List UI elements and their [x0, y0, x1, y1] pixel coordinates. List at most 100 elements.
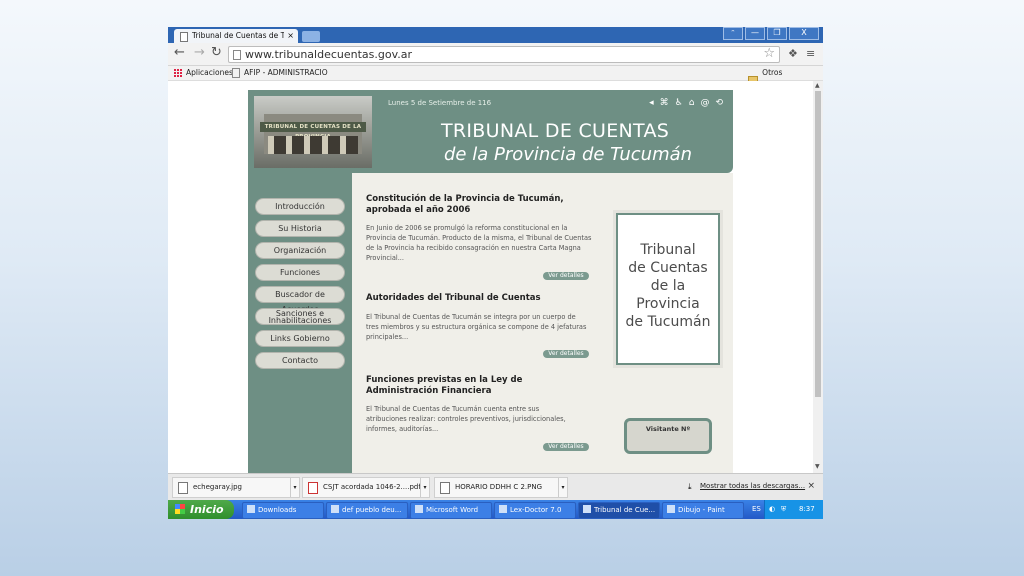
network-icon[interactable]: ◐ — [769, 500, 775, 519]
pdf-file-icon — [308, 482, 318, 494]
image-file-icon — [178, 482, 188, 494]
scroll-down-icon[interactable]: ▼ — [815, 463, 820, 470]
menu-organizacion[interactable]: Organización — [255, 242, 345, 259]
article-title[interactable]: Constitución de la Provincia de Tucumán,… — [366, 194, 596, 216]
article-body: En Junio de 2006 se promulgó la reforma … — [366, 224, 592, 262]
article-title[interactable]: Funciones previstas en la Ley de Adminis… — [366, 375, 566, 397]
browser-titlebar: Tribunal de Cuentas de Tucu × ᵔ — ❐ X — [168, 27, 823, 43]
app-icon — [331, 505, 339, 513]
app-icon — [499, 505, 507, 513]
address-bar[interactable]: www.tribunaldecuentas.gov.ar ☆ — [228, 46, 780, 63]
reload-icon[interactable]: ↻ — [211, 46, 222, 60]
url-text[interactable]: www.tribunaldecuentas.gov.ar — [245, 47, 412, 62]
menu-introduccion[interactable]: Introducción — [255, 198, 345, 215]
language-indicator[interactable]: ES — [752, 500, 761, 519]
scroll-up-icon[interactable]: ▲ — [815, 82, 820, 89]
menu-buscador-acuerdos[interactable]: Buscador de Acuerdos — [255, 286, 345, 314]
taskbar-item-active[interactable]: Tribunal de Cue... — [578, 502, 660, 519]
email-icon[interactable]: @ — [700, 98, 709, 108]
chevron-down-icon[interactable]: ▾ — [290, 478, 299, 497]
tab-close-button[interactable]: × — [287, 29, 294, 43]
taskbar-item[interactable]: Lex-Doctor 7.0 — [494, 502, 576, 519]
links-icon[interactable]: ⟲ — [715, 98, 723, 108]
show-all-downloads-link[interactable]: Mostrar todas las descargas... — [700, 478, 805, 495]
back-icon[interactable]: ← — [174, 46, 185, 60]
home-icon[interactable]: ⌂ — [689, 98, 695, 108]
building-sign: TRIBUNAL DE CUENTAS DE LA PROVINCIA — [260, 122, 366, 140]
taskbar-item[interactable]: def pueblo deu... — [326, 502, 408, 519]
vertical-scrollbar[interactable]: ▲ ▼ — [813, 81, 823, 473]
taskbar-item[interactable]: Dibujo - Paint — [662, 502, 744, 519]
start-button[interactable]: Inicio — [168, 500, 234, 519]
download-name: CSJT acordada 1046-2....pdf — [323, 483, 421, 491]
minimize-button[interactable]: — — [745, 27, 765, 40]
browser-tab[interactable]: Tribunal de Cuentas de Tucu × — [174, 29, 298, 43]
chrome-icon — [583, 505, 591, 513]
taskbar-item[interactable]: Microsoft Word — [410, 502, 492, 519]
toolbar: ← → ↻ www.tribunaldecuentas.gov.ar ☆ ❖ ≡ — [168, 43, 823, 66]
card-line: Tribunal — [640, 242, 696, 258]
website: TRIBUNAL DE CUENTAS DE LA PROVINCIA Lune… — [248, 90, 733, 473]
maximize-button[interactable]: ❐ — [767, 27, 787, 40]
visitor-label: Visitante Nº — [645, 425, 691, 433]
card-line: Provincia — [636, 296, 700, 312]
start-label: Inicio — [190, 503, 224, 516]
institution-card: Tribunal de Cuentas de la Provincia de T… — [616, 213, 720, 365]
article-body: El Tribunal de Cuentas de Tucumán cuenta… — [366, 405, 566, 433]
left-nav: Introducción Su Historia Organización Fu… — [248, 173, 352, 473]
back-arrow-icon[interactable]: ◂ — [649, 98, 654, 108]
bookmarks-bar: Aplicaciones AFIP - ADMINISTRACIO Otros … — [168, 66, 823, 91]
building-photo: TRIBUNAL DE CUENTAS DE LA PROVINCIA — [254, 96, 372, 168]
page-icon — [180, 32, 188, 42]
menu-links-gobierno[interactable]: Links Gobierno — [255, 330, 345, 347]
menu-funciones[interactable]: Funciones — [255, 264, 345, 281]
menu-contacto[interactable]: Contacto — [255, 352, 345, 369]
system-tray: ◐ ⛨ 8:37 — [764, 500, 823, 519]
site-subtitle: de la Provincia de Tucumán — [444, 144, 693, 165]
word-icon — [415, 505, 423, 513]
menu-su-historia[interactable]: Su Historia — [255, 220, 345, 237]
main-content: Constitución de la Provincia de Tucumán,… — [352, 173, 733, 473]
header-icons: ◂ ⌘ ♿ ⌂ @ ⟲ — [649, 98, 723, 108]
chevron-down-icon[interactable]: ▾ — [558, 478, 567, 497]
taskbar-item-label: Microsoft Word — [426, 506, 479, 514]
menu-icon[interactable]: ≡ — [806, 47, 815, 60]
windows-logo-icon — [175, 504, 185, 514]
download-item[interactable]: CSJT acordada 1046-2....pdf ▾ — [302, 477, 430, 498]
taskbar-item[interactable]: Downloads — [242, 502, 324, 519]
bookmark-apps[interactable]: Aplicaciones — [174, 66, 233, 80]
taskbar-item-label: Dibujo - Paint — [678, 506, 725, 514]
menu-sanciones[interactable]: Sanciones e Inhabilitaciones — [255, 308, 345, 325]
shield-icon[interactable]: ⛨ — [781, 500, 786, 519]
apps-icon — [174, 69, 182, 77]
tab-title: Tribunal de Cuentas de Tucu — [192, 31, 284, 40]
forward-icon[interactable]: → — [194, 46, 205, 60]
article-autoridades: Autoridades del Tribunal de Cuentas El T… — [366, 293, 596, 342]
accessibility-icon[interactable]: ♿ — [675, 98, 683, 108]
download-item[interactable]: HORARIO DDHH C 2.PNG ▾ — [434, 477, 568, 498]
new-tab-button[interactable] — [302, 31, 320, 42]
article-title[interactable]: Autoridades del Tribunal de Cuentas — [366, 293, 596, 304]
visitor-counter: Visitante Nº — [624, 418, 712, 454]
header-date: Lunes 5 de Setiembre de 116 — [388, 99, 492, 107]
window-controls: ᵔ — ❐ X — [723, 27, 819, 40]
download-name: echegaray.jpg — [193, 483, 242, 491]
chevron-down-icon[interactable]: ▾ — [420, 478, 429, 497]
clock: 8:37 — [799, 505, 815, 513]
user-icon[interactable]: ᵔ — [723, 27, 743, 40]
close-window-button[interactable]: X — [789, 27, 819, 40]
article-body: El Tribunal de Cuentas de Tucumán se int… — [366, 313, 587, 341]
ver-detalles-button[interactable]: Ver detalles — [543, 350, 589, 358]
bookmark-afip[interactable]: AFIP - ADMINISTRACIO — [232, 66, 328, 80]
sitemap-icon[interactable]: ⌘ — [660, 98, 669, 108]
star-icon[interactable]: ☆ — [763, 46, 775, 61]
taskbar-item-label: Tribunal de Cue... — [594, 506, 656, 514]
taskbar-item-label: Downloads — [258, 506, 297, 514]
bookmark-apps-label: Aplicaciones — [186, 68, 233, 77]
dropbox-icon[interactable]: ❖ — [788, 47, 798, 60]
ver-detalles-button[interactable]: Ver detalles — [543, 272, 589, 280]
close-downloads-button[interactable]: × — [807, 478, 815, 495]
download-item[interactable]: echegaray.jpg ▾ — [172, 477, 300, 498]
ver-detalles-button[interactable]: Ver detalles — [543, 443, 589, 451]
scroll-thumb[interactable] — [815, 91, 821, 397]
